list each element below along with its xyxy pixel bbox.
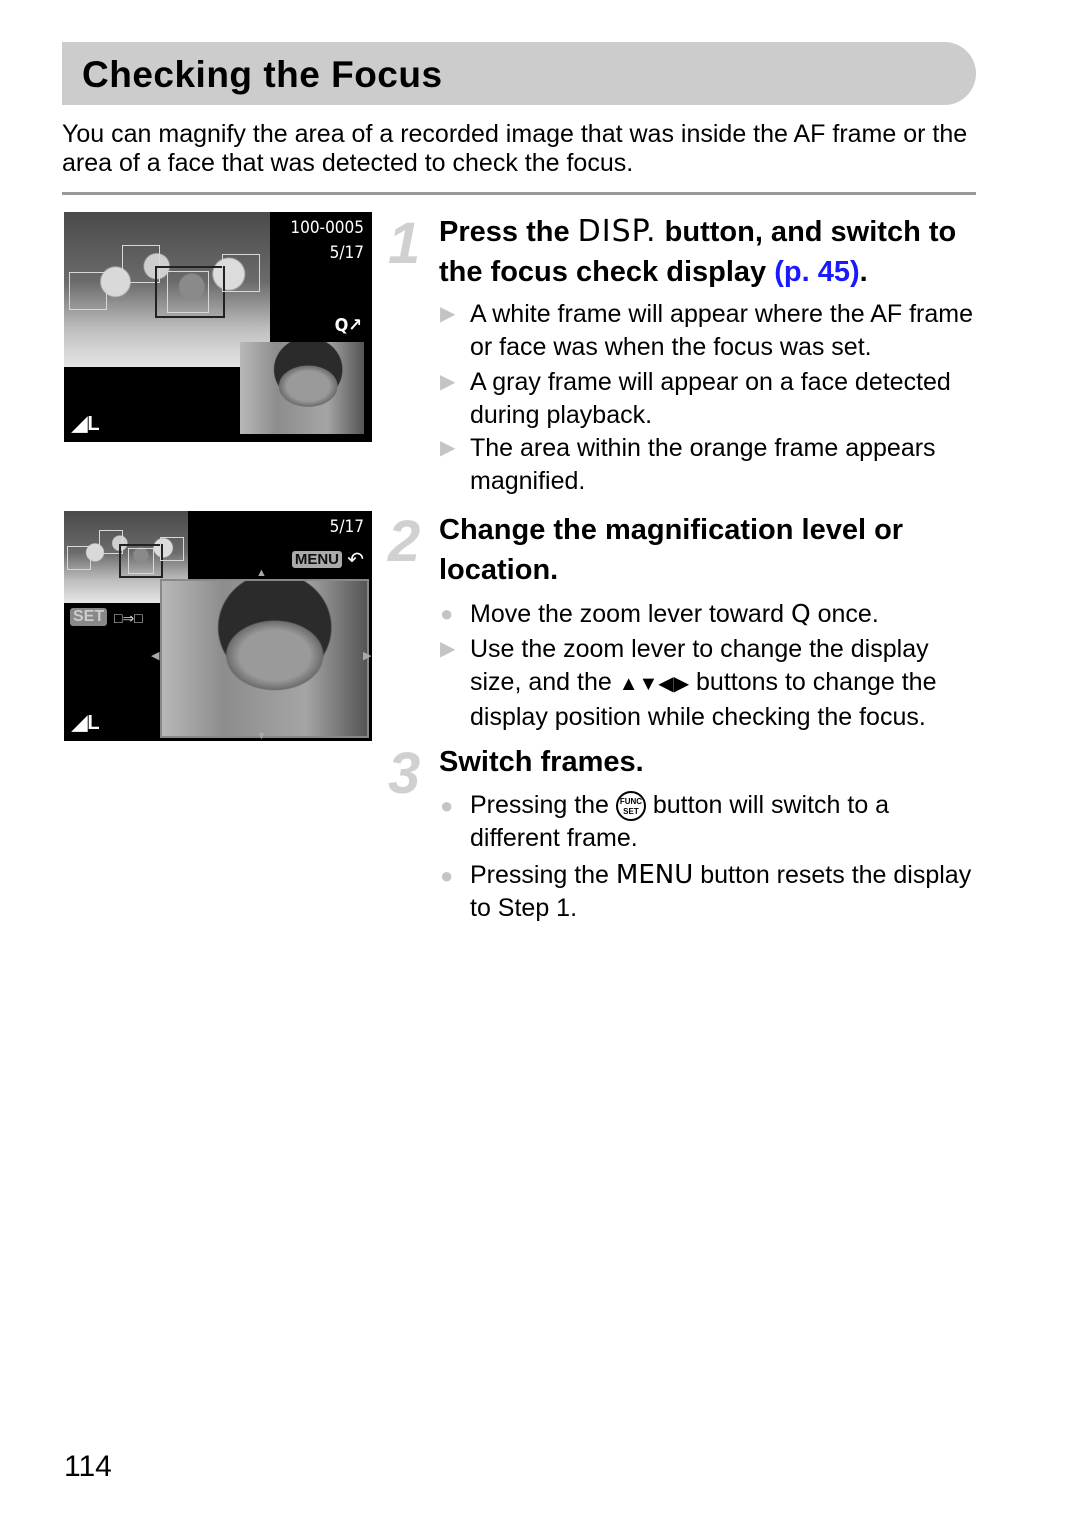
bullet-item: ● Pressing the MENU button resets the dis…: [440, 859, 980, 925]
frame-count: 5/17: [329, 243, 364, 263]
func-set-button-icon: FUNC SET: [615, 791, 646, 822]
back-icon: ↶: [347, 549, 364, 571]
circle-bullet-icon: ●: [440, 863, 454, 888]
bullet-text: A gray frame will appear on a face detec…: [470, 368, 951, 429]
menu-badge: MENU: [291, 551, 342, 568]
circle-bullet-icon: ●: [440, 793, 454, 818]
set-badge: SET: [70, 608, 108, 626]
bullet-text: Pressing the: [470, 861, 616, 889]
magnified-face: [160, 579, 369, 738]
face-frame: [69, 272, 107, 310]
magnified-face: [240, 342, 364, 434]
camera-screen-focus-check: 100-0005 5/17 Q↗ ◢L: [64, 212, 372, 442]
page-link[interactable]: (p. 45): [774, 256, 859, 288]
step-title: Press the DISP. button, and switch to th…: [439, 212, 979, 292]
image-size-icon: ◢L: [72, 712, 100, 734]
page-title: Checking the Focus: [82, 54, 443, 95]
face-frame: [160, 537, 184, 561]
face-frame: [167, 271, 209, 313]
bullet-item: ▶ Use the zoom lever to change the displa…: [440, 633, 980, 734]
triangle-bullet-icon: ▶: [440, 437, 456, 459]
size-label: L: [87, 413, 100, 435]
bullet-text: once.: [810, 600, 879, 628]
triangle-bullet-icon: ▶: [440, 303, 456, 325]
title-text: .: [859, 256, 868, 288]
face-frame: [128, 548, 154, 574]
divider: [62, 192, 976, 195]
camera-screen-magnified: 5/17 MENU ↶ SET □⇒□ ▲ ▼ ◀ ▶ ◢L: [64, 511, 372, 741]
menu-button-icon: MENU: [615, 860, 694, 890]
step-number: 2: [388, 509, 421, 574]
bullet-item: ▶ The area within the orange frame appear…: [440, 432, 980, 498]
frame-count: 5/17: [329, 517, 364, 537]
triangle-bullet-icon: ▶: [440, 638, 456, 660]
bullet-item: ▶ A white frame will appear where the AF …: [440, 298, 980, 364]
step-title: Change the magnification level or locati…: [439, 514, 904, 586]
section-title-bar: Checking the Focus: [62, 42, 976, 105]
switch-frame-icon: □⇒□: [114, 610, 143, 626]
direction-buttons-icon: ▲▼◀▶: [618, 673, 690, 695]
face-frame: [222, 254, 260, 292]
left-arrow-icon: ◀: [151, 650, 160, 662]
image-size-icon: ◢L: [72, 413, 100, 435]
size-label: L: [87, 712, 100, 734]
bullet-item: ● Pressing the FUNC SET button will switc…: [440, 789, 980, 855]
triangle-bullet-icon: ▶: [440, 371, 456, 393]
bullet-text: Move the zoom lever toward: [470, 600, 791, 628]
file-number: 100-0005: [290, 218, 364, 238]
page-number: 114: [64, 1450, 112, 1483]
bullet-text: Pressing the: [470, 791, 616, 819]
bullet-text: The area within the orange frame appears…: [470, 434, 936, 495]
up-arrow-icon: ▲: [256, 567, 267, 579]
zoom-magnify-icon: Q: [790, 599, 811, 628]
bullet-item: ● Move the zoom lever toward Q once.: [440, 597, 980, 631]
step-title: Switch frames.: [439, 746, 644, 778]
face-frame: [67, 546, 91, 570]
disp-button-icon: DISP.: [577, 214, 657, 249]
title-text: Press the: [439, 216, 578, 248]
bullet-item: ▶ A gray frame will appear on a face dete…: [440, 366, 980, 432]
step-number: 1: [388, 211, 421, 276]
step-number: 3: [388, 741, 421, 806]
intro-paragraph: You can magnify the area of a recorded i…: [62, 120, 968, 177]
right-arrow-icon: ▶: [363, 650, 372, 662]
circle-bullet-icon: ●: [440, 601, 454, 626]
bullet-text: A white frame will appear where the AF f…: [470, 300, 974, 361]
zoom-icon: Q↗: [334, 315, 362, 336]
down-arrow-icon: ▼: [256, 730, 267, 741]
